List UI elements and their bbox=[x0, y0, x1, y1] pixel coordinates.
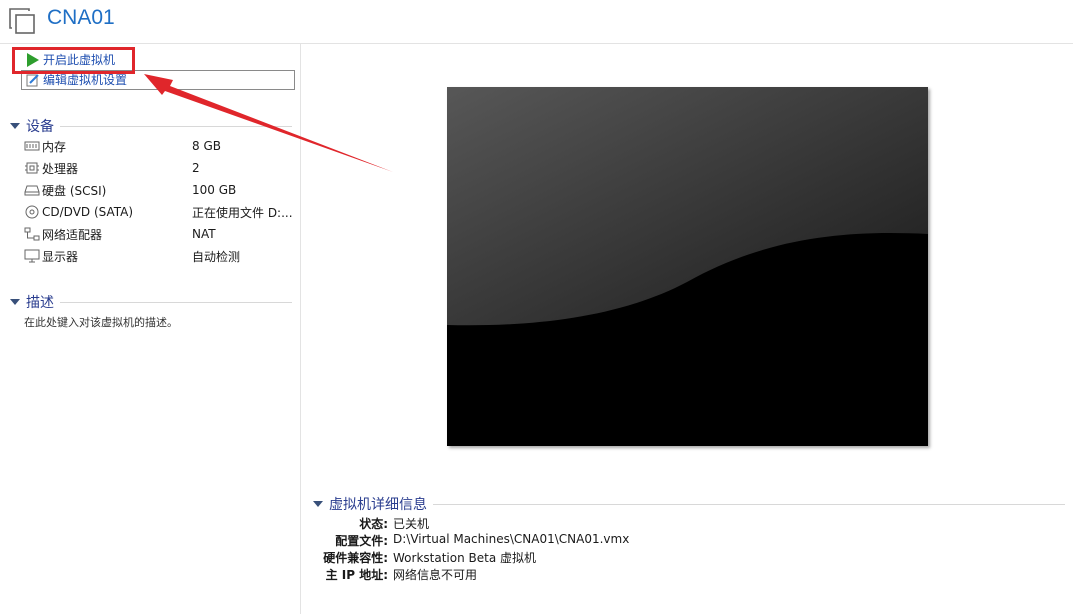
memory-icon bbox=[24, 141, 40, 151]
device-value: 8 GB bbox=[192, 139, 221, 153]
preview-thumbnail-graphic bbox=[447, 87, 928, 446]
edit-settings-icon bbox=[26, 74, 39, 87]
title-bar: CNA01 bbox=[0, 0, 1073, 44]
cpu-icon bbox=[25, 162, 39, 174]
highlight-box bbox=[12, 47, 135, 74]
section-divider bbox=[433, 503, 1065, 505]
vm-details-section-header[interactable]: 虚拟机详细信息 bbox=[313, 494, 1065, 514]
vm-tab-icon bbox=[9, 8, 35, 34]
device-row-display[interactable]: 显示器 自动检测 bbox=[24, 246, 294, 266]
description-section-header[interactable]: 描述 bbox=[10, 292, 292, 312]
detail-row-config-file: 配置文件: D:\Virtual Machines\CNA01\CNA01.vm… bbox=[300, 532, 1000, 549]
vm-title: CNA01 bbox=[47, 6, 115, 29]
detail-key: 硬件兼容性: bbox=[323, 551, 388, 565]
section-divider bbox=[60, 125, 292, 127]
device-row-cpu[interactable]: 处理器 2 bbox=[24, 158, 294, 178]
collapse-triangle-icon bbox=[313, 501, 323, 507]
detail-value: 网络信息不可用 bbox=[393, 568, 478, 582]
description-heading: 描述 bbox=[26, 295, 54, 311]
detail-row-hw-compat: 硬件兼容性: Workstation Beta 虚拟机 bbox=[300, 549, 1000, 566]
device-value: NAT bbox=[192, 227, 216, 241]
device-value: 2 bbox=[192, 161, 200, 175]
disk-icon bbox=[24, 185, 40, 196]
detail-key: 状态: bbox=[359, 517, 388, 531]
left-panel: 开启此虚拟机 编辑虚拟机设置 设备 内存 8 GB 处理器 2 硬盘 (SCSI… bbox=[0, 44, 301, 614]
device-name: 显示器 bbox=[42, 249, 79, 264]
detail-row-ip: 主 IP 地址: 网络信息不可用 bbox=[300, 566, 1000, 583]
device-name: 处理器 bbox=[42, 161, 79, 176]
device-name: 硬盘 (SCSI) bbox=[42, 183, 107, 198]
section-divider bbox=[60, 301, 292, 303]
device-row-network[interactable]: 网络适配器 NAT bbox=[24, 224, 294, 244]
description-text[interactable]: 在此处键入对该虚拟机的描述。 bbox=[24, 314, 178, 330]
detail-row-status: 状态: 已关机 bbox=[300, 515, 1000, 532]
detail-key: 配置文件: bbox=[335, 534, 388, 548]
devices-section-header[interactable]: 设备 bbox=[10, 116, 292, 136]
network-icon bbox=[24, 227, 40, 241]
vm-screen-preview[interactable] bbox=[447, 87, 928, 446]
device-name: 内存 bbox=[42, 139, 67, 154]
vm-details-heading: 虚拟机详细信息 bbox=[329, 497, 427, 513]
device-value: 正在使用文件 D:... bbox=[192, 205, 293, 220]
device-row-memory[interactable]: 内存 8 GB bbox=[24, 136, 294, 156]
collapse-triangle-icon bbox=[10, 299, 20, 305]
detail-value: 已关机 bbox=[393, 517, 430, 531]
detail-value: Workstation Beta 虚拟机 bbox=[393, 551, 536, 565]
devices-heading: 设备 bbox=[26, 119, 54, 135]
device-row-disk[interactable]: 硬盘 (SCSI) 100 GB bbox=[24, 180, 294, 200]
collapse-triangle-icon bbox=[10, 123, 20, 129]
detail-value: D:\Virtual Machines\CNA01\CNA01.vmx bbox=[393, 532, 630, 546]
device-name: 网络适配器 bbox=[42, 227, 103, 242]
cd-icon bbox=[25, 205, 39, 219]
device-value: 100 GB bbox=[192, 183, 237, 197]
monitor-icon bbox=[24, 249, 40, 263]
device-row-cdrom[interactable]: CD/DVD (SATA) 正在使用文件 D:... bbox=[24, 202, 294, 222]
device-value: 自动检测 bbox=[192, 249, 241, 264]
device-name: CD/DVD (SATA) bbox=[42, 205, 134, 219]
detail-key: 主 IP 地址: bbox=[325, 568, 388, 582]
